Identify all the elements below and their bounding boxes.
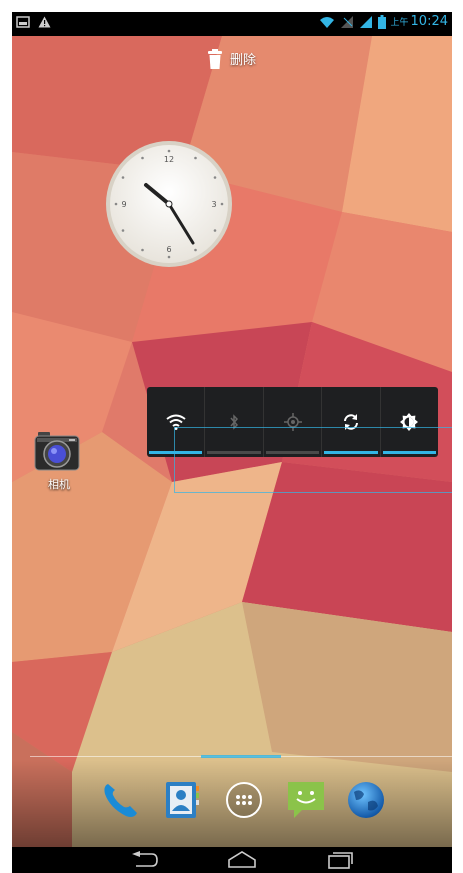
status-bar: 上午 10:24 bbox=[12, 12, 452, 36]
warning-icon bbox=[38, 16, 51, 28]
clock-numeral-12: 12 bbox=[164, 155, 174, 164]
all-apps-icon bbox=[226, 782, 262, 818]
battery-icon bbox=[377, 14, 386, 29]
signal-icon bbox=[359, 15, 372, 28]
recents-button[interactable] bbox=[320, 850, 360, 870]
clock-numeral-3: 3 bbox=[211, 200, 216, 209]
back-icon bbox=[132, 851, 158, 867]
analog-clock-widget[interactable]: 12 3 6 9 bbox=[105, 140, 233, 268]
dock bbox=[12, 760, 452, 847]
browser-app-button[interactable] bbox=[344, 778, 388, 822]
home-screen: 上午 10:24 删除 12 3 6 9 相机 bbox=[12, 12, 452, 847]
phone-app-button[interactable] bbox=[98, 778, 142, 822]
clock-numeral-9: 9 bbox=[121, 200, 126, 209]
image-notification-icon bbox=[16, 16, 30, 28]
camera-app-label: 相机 bbox=[48, 478, 70, 491]
camera-app-shortcut[interactable]: 相机 bbox=[34, 430, 84, 492]
contacts-app-button[interactable] bbox=[160, 778, 204, 822]
remove-label: 删除 bbox=[229, 53, 256, 68]
trash-icon bbox=[207, 48, 222, 69]
wifi-icon bbox=[319, 16, 334, 28]
page-indicator bbox=[201, 755, 281, 758]
navigation-bar bbox=[12, 847, 452, 873]
clock-numeral-6: 6 bbox=[166, 245, 171, 254]
browser-app-icon bbox=[348, 782, 384, 818]
back-button[interactable] bbox=[124, 850, 164, 870]
status-ampm: 上午 bbox=[390, 18, 409, 28]
camera-app-icon bbox=[34, 432, 80, 471]
remove-drop-target[interactable]: 删除 bbox=[12, 36, 452, 81]
messaging-app-button[interactable] bbox=[284, 778, 328, 822]
all-apps-button[interactable] bbox=[222, 778, 266, 822]
phone-screen: 上午 10:24 删除 12 3 6 9 相机 bbox=[12, 12, 452, 873]
recents-icon bbox=[328, 852, 353, 869]
widget-resize-frame[interactable] bbox=[174, 427, 452, 493]
contacts-app-icon bbox=[166, 782, 199, 818]
phone-app-icon bbox=[104, 784, 137, 817]
messaging-app-icon bbox=[288, 782, 324, 818]
no-signal-icon bbox=[340, 15, 353, 28]
status-time: 10:24 bbox=[410, 14, 448, 29]
home-button[interactable] bbox=[222, 850, 262, 870]
home-icon bbox=[228, 851, 256, 868]
